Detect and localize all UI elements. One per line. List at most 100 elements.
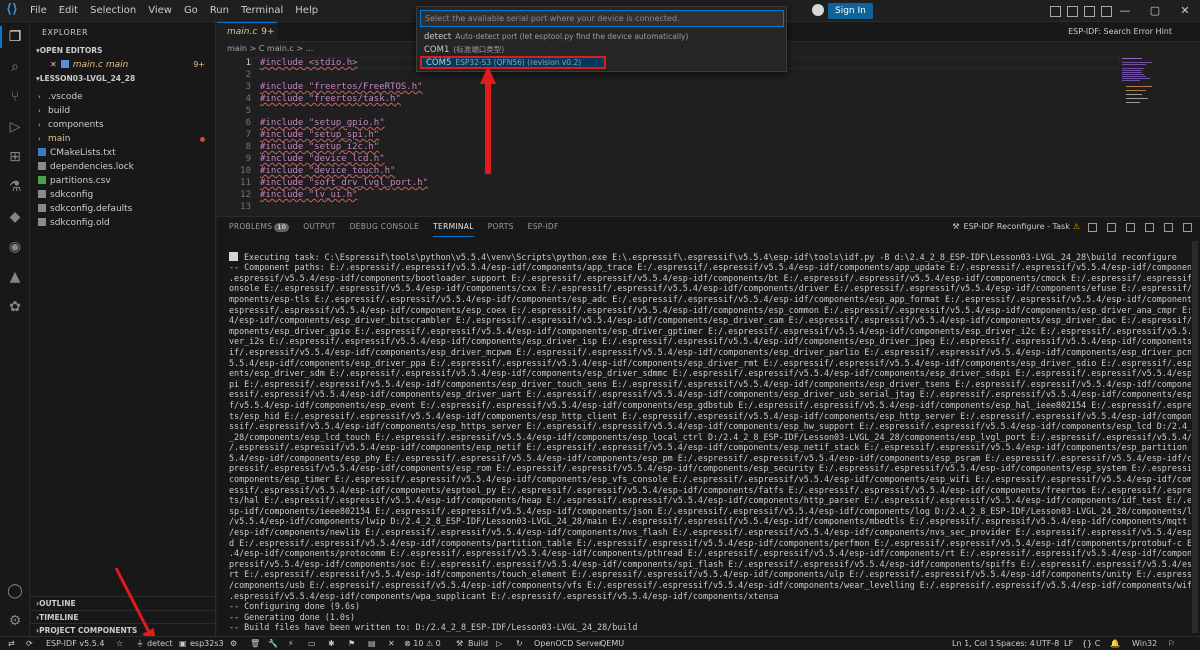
esp-idf-explorer-icon[interactable]: ✿ [6,298,24,316]
refresh-icon[interactable]: ↻ [516,637,523,650]
cursor-position[interactable]: Ln 1, Col 1 [952,637,995,650]
port-option-com5[interactable]: COM5 ESP32-S3 (QFN56) (revision v0.2) [420,56,606,69]
vscode-logo-icon: ⟨⟩ [6,2,18,17]
split-terminal-icon[interactable] [1107,223,1116,232]
source-control-icon[interactable]: ⑂ [6,88,24,106]
menu-selection[interactable]: Selection [84,0,142,22]
target-selector[interactable]: esp32s3 [190,637,224,650]
account-icon[interactable]: ◯ [6,582,24,600]
remote-indicator-icon[interactable]: ⇄ [8,637,15,650]
more-actions-icon[interactable] [1145,223,1154,232]
toggle-sidebar-icon[interactable] [1050,5,1061,17]
tree-item-vscode[interactable]: › .vscode [30,90,215,104]
flash-icon[interactable]: ⚡ [288,637,294,650]
encoding[interactable]: UTF-8 [1036,637,1059,650]
minimize-button[interactable]: — [1110,0,1140,22]
open-editor-item[interactable]: ✕ main.c main 9+ [30,58,215,72]
esp-idf-search-error-hint[interactable]: ESP-IDF: Search Error Hint [1068,22,1172,42]
build-wrench-icon[interactable]: 🔧 [268,637,278,650]
tab-main-c[interactable]: main.c 9+ [217,22,277,42]
sync-icon[interactable]: ⟳ [26,637,33,650]
star-icon[interactable]: ☆ [116,637,123,650]
maximize-panel-icon[interactable] [1164,223,1173,232]
terminal-line: /esp-idf/components/newlib E:/.espressif… [229,527,1191,538]
tree-item-sdkconfig-old[interactable]: sdkconfig.old [30,216,215,230]
tab-terminal[interactable]: TERMINAL [433,217,474,237]
python-icon[interactable]: ◆ [6,208,24,226]
minimap[interactable] [1118,56,1174,214]
openocd-server[interactable]: OpenOCD Server [534,637,602,650]
tab-ports[interactable]: PORTS [488,217,514,237]
monitor-icon[interactable]: ▭ [308,637,316,650]
serial-port-selector[interactable]: detect [147,637,173,650]
maximize-button[interactable]: ▢ [1140,0,1170,22]
language-mode[interactable]: {} C [1082,637,1100,650]
manage-gear-icon[interactable]: ⚙ [6,612,24,630]
espressif-icon[interactable]: ▲ [6,268,24,286]
close-button[interactable]: ✕ [1170,0,1200,22]
extensions-icon[interactable]: ⊞ [6,148,24,166]
close-panel-icon[interactable] [1183,223,1192,232]
account-globe-icon[interactable] [812,4,824,16]
tree-item-cmakelists[interactable]: CMakeLists.txt [30,146,215,160]
flash-type-icon[interactable]: ⚑ [348,637,355,650]
play-icon[interactable]: ▷ [496,637,502,650]
code-editor[interactable]: 1 #include <stdio.h> 2 3 #include "freer… [217,56,1200,214]
tab-output[interactable]: OUTPUT [303,217,335,237]
menu-file[interactable]: File [24,0,53,22]
problems-count[interactable]: ⊗ 10 ⚠ 0 [404,637,441,650]
terminal-scrollbar[interactable] [1192,241,1198,633]
menu-terminal[interactable]: Terminal [235,0,289,22]
run-debug-icon[interactable]: ▷ [6,118,24,136]
tree-item-build[interactable]: › build [30,104,215,118]
build-button[interactable]: Build [468,637,488,650]
code-text: #include "lv_ui.h" [260,190,358,200]
sign-in-button[interactable]: Sign In [828,3,873,19]
toggle-panel-icon[interactable] [1067,5,1078,17]
open-editors-section[interactable]: ▾OPEN EDITORS [30,44,215,58]
tab-problems[interactable]: PROBLEMS 10 [229,217,290,237]
search-icon[interactable]: ⌕ [6,58,24,76]
clean-trash-icon[interactable]: 🗑 [250,637,260,650]
terminal-icon[interactable]: ▤ [368,637,376,650]
menu-run[interactable]: Run [204,0,235,22]
qemu[interactable]: QEMU [600,637,624,650]
quick-pick-input[interactable]: Select the available serial port where y… [420,10,784,27]
testing-icon[interactable]: ⚗ [6,178,24,196]
port-option-com1[interactable]: COM1 (标准端口类型) [420,43,784,56]
tree-item-dependencies-lock[interactable]: dependencies.lock [30,160,215,174]
notifications-icon[interactable]: ⚐ [1168,637,1175,650]
kill-terminal-icon[interactable] [1126,223,1135,232]
project-section[interactable]: ▾LESSON03-LVGL_24_28 [30,72,215,86]
platform[interactable]: Win32 [1132,637,1157,650]
tab-esp-idf[interactable]: ESP-IDF [528,217,559,237]
menu-edit[interactable]: Edit [53,0,84,22]
minimap-line [1122,58,1142,59]
new-terminal-icon[interactable] [1088,223,1097,232]
remote-explorer-icon[interactable]: ◉ [6,238,24,256]
esp-idf-version[interactable]: ESP-IDF v5.5.4 [46,637,104,650]
tree-item-components[interactable]: › components [30,118,215,132]
tools-icon: ⚒ [952,222,960,231]
tree-item-sdkconfig-defaults[interactable]: sdkconfig.defaults [30,202,215,216]
menuconfig-gear-icon[interactable]: ⚙ [230,637,237,650]
menu-view[interactable]: View [142,0,178,22]
port-option-detect[interactable]: detect Auto-detect port (let esptool.py f… [420,30,784,43]
close-icon[interactable]: ✕ [50,60,57,69]
menu-help[interactable]: Help [289,0,324,22]
indentation[interactable]: Spaces: 4 [996,637,1035,650]
code-line: #include "setup_spi.h" [260,130,379,140]
debug-icon[interactable]: ✱ [328,637,335,650]
tree-item-main[interactable]: › main [30,132,215,146]
tree-item-partitions[interactable]: partitions.csv [30,174,215,188]
bell-icon[interactable]: 🔔 [1110,637,1120,650]
menu-go[interactable]: Go [178,0,204,22]
problems-icon[interactable]: ✕ [388,637,395,650]
tab-debug-console[interactable]: DEBUG CONSOLE [350,217,420,237]
terminal-output[interactable]: Executing task: C:\Espressif\tools\pytho… [229,241,1191,633]
toggle-secondary-sidebar-icon[interactable] [1084,5,1095,17]
explorer-icon[interactable]: ❐ [6,28,24,46]
tree-item-sdkconfig[interactable]: sdkconfig [30,188,215,202]
end-of-line[interactable]: LF [1064,637,1073,650]
terminal-task-label[interactable]: ⚒ ESP-IDF Reconfigure - Task ⚠ [952,217,1080,237]
